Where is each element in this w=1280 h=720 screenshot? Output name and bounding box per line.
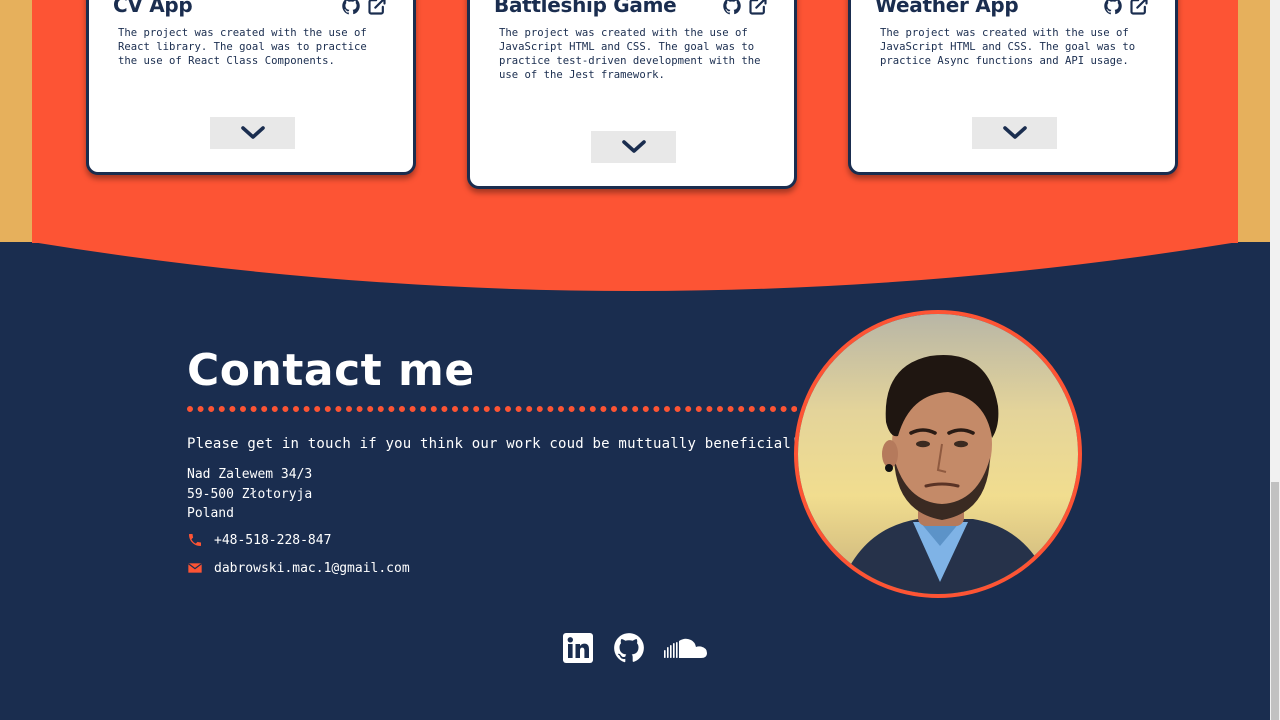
github-icon[interactable] (341, 0, 361, 16)
project-title: Weather App (875, 0, 1019, 17)
address-street: Nad Zalewem 34/3 (187, 467, 313, 482)
external-link-icon[interactable] (367, 0, 387, 16)
project-description: The project was created with the use of … (880, 27, 1136, 67)
contact-title: Contact me (187, 345, 475, 396)
expand-button[interactable] (972, 117, 1057, 149)
envelope-icon (187, 563, 203, 573)
chevron-down-icon (240, 126, 265, 139)
expand-button[interactable] (210, 117, 295, 149)
address-block: Nad Zalewem 34/3 59-500 Złotoryja Poland (187, 465, 312, 524)
dotted-divider (187, 406, 797, 412)
project-description: The project was created with the use of … (499, 27, 761, 81)
profile-photo (794, 310, 1082, 598)
project-title: CV App (113, 0, 193, 17)
scrollbar-thumb[interactable] (1271, 482, 1279, 720)
github-icon[interactable] (1103, 0, 1123, 16)
chevron-down-icon (621, 140, 646, 153)
address-country: Poland (187, 506, 234, 521)
left-side-stripe (0, 0, 32, 242)
contact-tagline: Please get in touch if you think our wor… (187, 436, 800, 452)
expand-button[interactable] (591, 131, 676, 163)
social-links (562, 630, 712, 666)
linkedin-icon[interactable] (562, 632, 594, 664)
phone-number[interactable]: +48-518-228-847 (214, 533, 331, 548)
project-card-battleship-game: Battleship Game The project was created … (467, 0, 797, 189)
project-title: Battleship Game (494, 0, 677, 17)
email-address[interactable]: dabrowski.mac.1@gmail.com (214, 561, 410, 576)
soundcloud-icon[interactable] (664, 637, 708, 661)
project-description: The project was created with the use of … (118, 27, 367, 67)
project-card-weather-app: Weather App The project was created with… (848, 0, 1178, 175)
project-card-cv-app: CV App The project was created with the … (86, 0, 416, 175)
external-link-icon[interactable] (1129, 0, 1149, 16)
external-link-icon[interactable] (748, 0, 768, 16)
chevron-down-icon (1002, 126, 1027, 139)
github-icon[interactable] (722, 0, 742, 16)
phone-line: +48-518-228-847 (187, 532, 331, 548)
github-icon[interactable] (612, 631, 646, 665)
right-side-stripe (1238, 0, 1270, 242)
address-city: 59-500 Złotoryja (187, 486, 313, 502)
section-curve (32, 240, 1238, 291)
email-line: dabrowski.mac.1@gmail.com (187, 560, 410, 576)
phone-icon (189, 534, 201, 546)
